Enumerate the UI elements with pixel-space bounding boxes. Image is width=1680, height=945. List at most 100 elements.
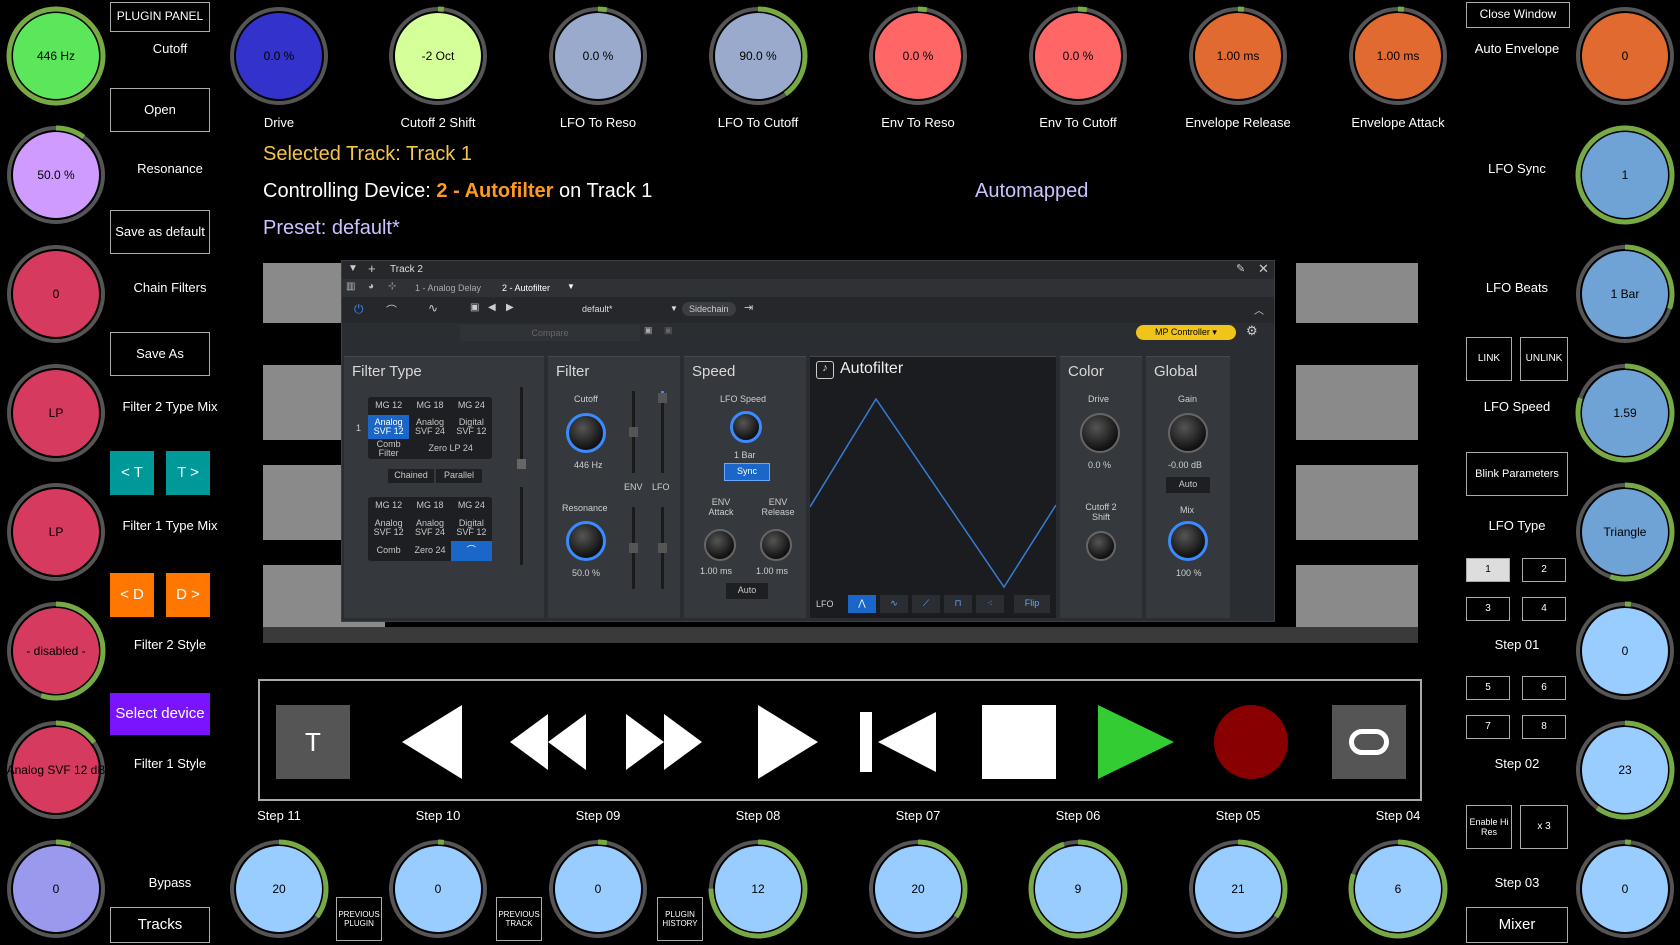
next-preset-icon[interactable]: ▶: [506, 302, 514, 313]
env-slider[interactable]: [629, 391, 638, 473]
right-knob-3[interactable]: 1 Bar: [1575, 244, 1675, 344]
lfo-reso-slider[interactable]: [658, 507, 667, 589]
preset-selector[interactable]: default*: [582, 304, 613, 314]
select-device-button[interactable]: Select device: [110, 693, 210, 735]
right-knob-2[interactable]: 1: [1575, 125, 1675, 225]
filter-slider-track-2[interactable]: [520, 487, 523, 565]
routing-icon[interactable]: ⊹: [388, 281, 396, 292]
preset-dropdown-icon[interactable]: ▼: [670, 304, 678, 313]
enable-hi-res-button[interactable]: Enable Hi Res: [1466, 805, 1512, 849]
settings-gear-icon[interactable]: ⚙: [1246, 323, 1258, 339]
filter-option[interactable]: MG 18: [409, 497, 450, 515]
plugin-history-button[interactable]: PLUGIN HISTORY: [657, 897, 703, 941]
link-button[interactable]: LINK: [1466, 337, 1512, 381]
filter-option[interactable]: Digital SVF 12: [451, 515, 492, 541]
filter-option[interactable]: Comb Filter: [368, 439, 409, 459]
top-knob-5[interactable]: 0.0 %: [868, 6, 968, 106]
lfo-slider[interactable]: [658, 391, 667, 473]
chained-button[interactable]: Chained: [388, 469, 434, 483]
page-button-8[interactable]: 8: [1522, 715, 1566, 739]
bandpass-filter-icon[interactable]: ⌒: [450, 541, 492, 561]
page-button-6[interactable]: 6: [1522, 676, 1566, 700]
step-knob-5[interactable]: 20: [868, 839, 968, 939]
prev-track-button[interactable]: < T: [110, 451, 154, 495]
filter-option[interactable]: Analog SVF 12: [368, 415, 410, 439]
parallel-button[interactable]: Parallel: [436, 469, 482, 483]
fast-forward-icon[interactable]: [626, 705, 702, 779]
cutoff-knob[interactable]: [566, 413, 606, 453]
add-icon[interactable]: +: [368, 261, 376, 276]
step-knob-7[interactable]: 21: [1188, 839, 1288, 939]
step-knob-3[interactable]: 0: [548, 839, 648, 939]
play-icon[interactable]: [1098, 705, 1174, 779]
top-knob-6[interactable]: 0.0 %: [1028, 6, 1128, 106]
top-knob-1[interactable]: 0.0 %: [229, 6, 329, 106]
flip-button[interactable]: Flip: [1014, 595, 1050, 613]
plugin-panel-button[interactable]: PLUGIN PANEL: [110, 2, 210, 32]
copy-icon[interactable]: ▣: [644, 325, 653, 336]
tracks-button[interactable]: Tracks: [110, 907, 210, 943]
step-knob-2[interactable]: 0: [388, 839, 488, 939]
page-button-3[interactable]: 3: [1466, 597, 1510, 621]
left-knob-7[interactable]: Analog SVF 12 dB: [6, 720, 106, 820]
filter-option[interactable]: MG 12: [368, 397, 409, 415]
skip-to-start-icon[interactable]: [860, 705, 936, 779]
forward-icon[interactable]: [758, 705, 818, 779]
top-knob-7[interactable]: 1.00 ms: [1188, 6, 1288, 106]
close-icon[interactable]: ✕: [1258, 261, 1269, 277]
controller-dropdown[interactable]: MP Controller ▾: [1136, 325, 1236, 340]
left-knob-2[interactable]: 50.0 %: [6, 125, 106, 225]
random-shape-icon[interactable]: ⁖: [976, 595, 1004, 613]
pin-icon[interactable]: ✎: [1236, 262, 1245, 275]
sidechain-button[interactable]: Sidechain: [682, 302, 736, 316]
filter-option[interactable]: MG 18: [409, 397, 450, 415]
filter-option[interactable]: Analog SVF 24: [409, 415, 450, 439]
sync-button[interactable]: Sync: [724, 463, 770, 481]
open-button[interactable]: Open: [110, 88, 210, 132]
speed-auto-button[interactable]: Auto: [726, 583, 768, 599]
prev-device-button[interactable]: < D: [110, 573, 154, 617]
drive-knob[interactable]: [1080, 413, 1120, 453]
page-button-1[interactable]: 1: [1466, 558, 1510, 582]
previous-track-button[interactable]: PREVIOUS TRACK: [496, 897, 542, 941]
left-knob-3[interactable]: 0: [6, 244, 106, 344]
next-track-button[interactable]: T >: [166, 451, 210, 495]
filter-option[interactable]: Comb: [368, 541, 409, 561]
compare-button[interactable]: Compare: [460, 325, 640, 341]
filter-option[interactable]: Analog SVF 12: [368, 515, 409, 541]
step-knob-1[interactable]: 20: [229, 839, 329, 939]
rewind-icon[interactable]: [510, 705, 586, 779]
filter-option[interactable]: Zero LP 24: [409, 439, 492, 459]
left-knob-1[interactable]: 446 Hz: [6, 6, 106, 106]
triangle-shape-icon[interactable]: ⋀: [848, 595, 876, 613]
left-knob-4[interactable]: LP: [6, 363, 106, 463]
page-button-7[interactable]: 7: [1466, 715, 1510, 739]
sidechain-icon[interactable]: ⇥: [744, 301, 753, 314]
x3-button[interactable]: x 3: [1520, 805, 1568, 849]
left-knob-6[interactable]: - disabled -: [6, 601, 106, 701]
filter-option[interactable]: Digital SVF 12: [451, 415, 492, 439]
filter-slider-track[interactable]: [517, 387, 526, 469]
filter-option[interactable]: MG 24: [451, 397, 492, 415]
back-icon[interactable]: [402, 705, 462, 779]
bars-icon[interactable]: ▥: [346, 281, 355, 292]
square-shape-icon[interactable]: ⊓: [944, 595, 972, 613]
right-knob-7[interactable]: 23: [1575, 720, 1675, 820]
page-button-2[interactable]: 2: [1522, 558, 1566, 582]
blink-parameters-button[interactable]: Blink Parameters: [1466, 452, 1568, 496]
power-icon[interactable]: ⏻: [354, 302, 364, 317]
resonance-knob[interactable]: [566, 521, 606, 561]
mix-knob[interactable]: [1168, 521, 1208, 561]
top-knob-4[interactable]: 90.0 %: [708, 6, 808, 106]
cutoff2-shift-knob[interactable]: [1086, 531, 1116, 561]
prev-preset-icon[interactable]: ◀: [488, 302, 496, 313]
save-as-button[interactable]: Save As: [110, 332, 210, 376]
env-release-knob[interactable]: [760, 529, 792, 561]
chain-dropdown-icon[interactable]: ▼: [567, 282, 575, 291]
right-knob-6[interactable]: 0: [1575, 601, 1675, 701]
saw-shape-icon[interactable]: ⟋: [912, 595, 940, 613]
collapse-icon[interactable]: ︿: [1254, 302, 1264, 317]
curve-icon[interactable]: ∿: [428, 301, 438, 315]
t-button[interactable]: T: [276, 705, 350, 779]
save-icon[interactable]: ▣: [470, 302, 479, 313]
